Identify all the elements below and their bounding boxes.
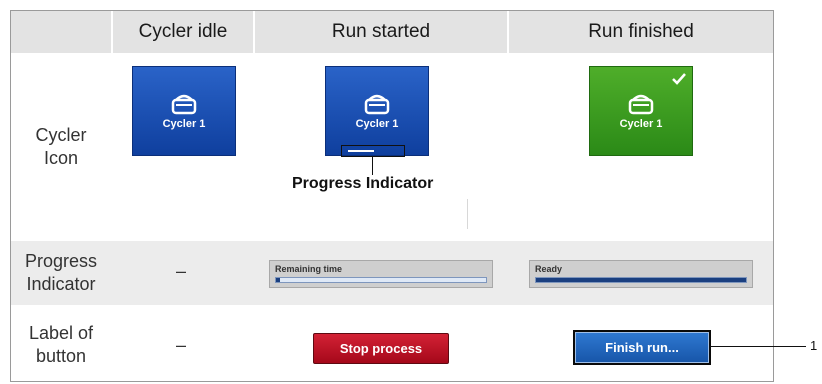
cycler-name: Cycler 1: [355, 118, 399, 130]
row-label-button: Label of button: [28, 323, 94, 366]
column-header-label: Run started: [331, 21, 431, 42]
cycler-name: Cycler 1: [162, 118, 206, 130]
progress-bar-finished: Ready: [529, 260, 753, 288]
cycler-name: Cycler 1: [619, 118, 663, 130]
callout-number-1: 1: [810, 338, 818, 353]
row-label-progress-indicator: Progress Indicator: [24, 251, 98, 294]
button-idle-dash: –: [176, 335, 187, 355]
cycler-icon: [628, 94, 654, 115]
header-empty-cell: [11, 11, 111, 53]
column-header-label: Cycler idle: [138, 21, 228, 42]
progress-idle-dash: –: [176, 261, 187, 281]
progress-track: [275, 277, 487, 283]
column-header-label: Run finished: [588, 21, 694, 42]
callout-line-1: [710, 346, 806, 347]
progress-bar-running: Remaining time: [269, 260, 493, 288]
progress-indicator-callout: Progress Indicator: [292, 175, 434, 192]
progress-fill: [536, 278, 746, 282]
column-header-run-finished: Run finished: [509, 11, 773, 53]
checkmark-icon: [672, 73, 686, 85]
finish-run-button[interactable]: Finish run...: [573, 330, 711, 365]
progress-track: [535, 277, 747, 283]
column-header-run-started: Run started: [255, 11, 507, 53]
progress-label: Ready: [535, 264, 563, 274]
callout-line: [372, 157, 373, 175]
mini-progress-fill: [348, 150, 374, 152]
progress-fill: [276, 278, 281, 282]
column-header-cycler-idle: Cycler idle: [113, 11, 253, 53]
divider: [467, 199, 468, 229]
cycler-tile-finished[interactable]: Cycler 1: [589, 66, 693, 156]
cycler-status-table: Cycler idle Run started Run finished Cyc…: [10, 10, 774, 382]
progress-indicator-highlight: [341, 145, 405, 157]
progress-label: Remaining time: [275, 264, 343, 274]
row-label-cycler-icon: Cycler Icon: [35, 125, 87, 168]
cycler-icon: [171, 94, 197, 115]
cycler-tile-running[interactable]: Cycler 1: [325, 66, 429, 156]
cycler-icon: [364, 94, 390, 115]
cycler-tile-idle[interactable]: Cycler 1: [132, 66, 236, 156]
stop-process-button[interactable]: Stop process: [313, 333, 449, 364]
